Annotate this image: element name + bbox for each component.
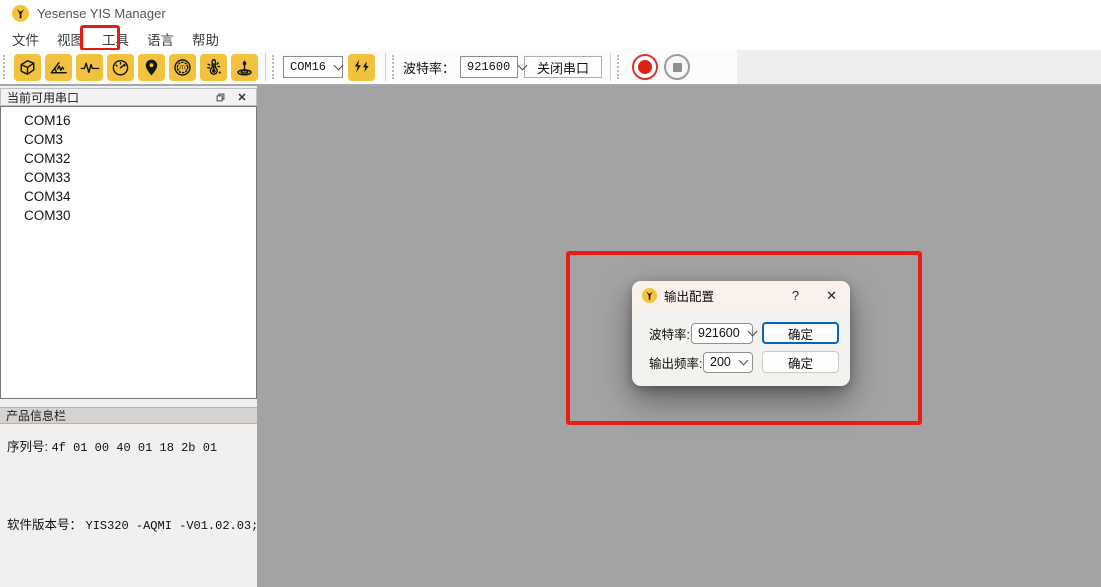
port-list-item[interactable]: COM30 — [1, 206, 256, 225]
output-config-dialog: 输出配置 ? ✕ 波特率: 921600 确定 输出频率: 200 确定 — [632, 281, 850, 386]
record-icon — [638, 60, 652, 74]
chevron-down-icon — [738, 356, 748, 366]
available-ports-list: COM16 COM3 COM32 COM33 COM34 COM30 — [0, 106, 257, 399]
serial-number-value: 4f 01 00 40 01 18 2b 01 — [51, 441, 217, 455]
toolbar-separator — [385, 53, 386, 81]
joystick-button[interactable] — [231, 54, 258, 81]
stop-icon — [673, 63, 682, 72]
port-list-item[interactable]: COM16 — [1, 111, 256, 130]
baud-confirm-button[interactable]: 确定 — [762, 322, 839, 344]
firmware-version-label: 软件版本号： — [7, 518, 82, 532]
chevron-down-icon — [334, 61, 344, 71]
toolbar-groups: UTC COM16 波特率： 921600 — [0, 50, 737, 84]
toolbar: UTC COM16 波特率： 921600 — [0, 50, 1101, 86]
dialog-close-icon[interactable]: ✕ — [826, 288, 837, 304]
toolbar-drag-handle[interactable] — [392, 55, 397, 79]
port-list-item[interactable]: COM32 — [1, 149, 256, 168]
dialog-frequency-select[interactable]: 200 — [703, 352, 753, 373]
baud-rate-select[interactable]: 921600 — [460, 56, 518, 78]
port-list-item[interactable]: COM34 — [1, 187, 256, 206]
yesense-logo-icon — [642, 288, 657, 303]
menubar: 文件 视图 工具 语言 帮助 — [0, 27, 1101, 50]
menu-tools[interactable]: 工具 — [100, 29, 131, 49]
dialog-title: 输出配置 — [664, 286, 714, 305]
port-list-item[interactable]: COM33 — [1, 168, 256, 187]
firmware-version-value: YIS320 -AQMI -V01.02.03; — [86, 519, 259, 533]
serial-number-label: 序列号: — [7, 440, 48, 454]
output-frequency-row: 输出频率: 200 确定 — [649, 351, 839, 373]
close-panel-icon[interactable]: ✕ — [234, 90, 250, 104]
frequency-confirm-button[interactable]: 确定 — [762, 351, 839, 373]
dock-header: 当前可用串口 ✕ — [0, 88, 257, 106]
app-window: Yesense YIS Manager 文件 视图 工具 语言 帮助 — [0, 0, 1101, 587]
refresh-ports-button[interactable] — [348, 54, 375, 81]
dialog-titlebar: 输出配置 ? ✕ — [632, 281, 850, 310]
menu-view[interactable]: 视图 — [55, 29, 86, 49]
toolbar-drag-handle[interactable] — [617, 55, 622, 79]
window-title: Yesense YIS Manager — [37, 6, 166, 21]
thermometer-button[interactable] — [200, 54, 227, 81]
firmware-version-row: 软件版本号： YIS320 -AQMI -V01.02.03; — [7, 514, 258, 533]
menu-help[interactable]: 帮助 — [190, 29, 221, 49]
float-panel-icon[interactable] — [212, 90, 228, 104]
dialog-help-button[interactable]: ? — [792, 288, 799, 303]
com-port-value: COM16 — [290, 60, 326, 74]
svg-text:UTC: UTC — [177, 65, 188, 71]
baud-rate-value: 921600 — [467, 60, 510, 74]
angle-waveform-button[interactable] — [45, 54, 72, 81]
titlebar: Yesense YIS Manager — [0, 0, 1101, 27]
close-serial-button[interactable]: 关闭串口 — [524, 56, 602, 78]
location-pin-button[interactable] — [138, 54, 165, 81]
toolbar-drag-handle[interactable] — [272, 55, 277, 79]
product-info-header: 产品信息栏 — [0, 407, 257, 424]
com-port-select[interactable]: COM16 — [283, 56, 343, 78]
toolbar-drag-handle[interactable] — [3, 55, 8, 79]
toolbar-separator — [610, 53, 611, 81]
workspace: 输出配置 ? ✕ 波特率: 921600 确定 输出频率: 200 确定 — [257, 86, 1101, 587]
waveform-button[interactable] — [76, 54, 103, 81]
toolbar-separator — [265, 53, 266, 81]
cube-3d-view-button[interactable] — [14, 54, 41, 81]
menu-language[interactable]: 语言 — [145, 29, 176, 49]
dock-title: 当前可用串口 — [7, 89, 79, 106]
menu-file[interactable]: 文件 — [10, 29, 41, 49]
serial-ports-dock: 当前可用串口 ✕ COM16 COM3 COM32 COM33 COM34 CO… — [0, 86, 257, 587]
port-list-item[interactable]: COM3 — [1, 130, 256, 149]
gauge-button[interactable] — [107, 54, 134, 81]
dialog-frequency-value: 200 — [710, 355, 731, 369]
dialog-baud-select[interactable]: 921600 — [691, 323, 753, 344]
record-button[interactable] — [632, 54, 658, 80]
chevron-down-icon — [747, 327, 757, 337]
baud-rate-row: 波特率: 921600 确定 — [649, 322, 839, 344]
dialog-baud-label: 波特率: — [649, 324, 690, 343]
baud-rate-label: 波特率： — [403, 58, 455, 77]
stop-button[interactable] — [664, 54, 690, 80]
dialog-frequency-label: 输出频率: — [649, 353, 702, 372]
yesense-logo-icon — [12, 5, 29, 22]
serial-number-row: 序列号: 4f 01 00 40 01 18 2b 01 — [7, 436, 217, 455]
dialog-baud-value: 921600 — [698, 326, 740, 340]
product-info-body: 序列号: 4f 01 00 40 01 18 2b 01 软件版本号： YIS3… — [0, 424, 257, 587]
utc-clock-button[interactable]: UTC — [169, 54, 196, 81]
